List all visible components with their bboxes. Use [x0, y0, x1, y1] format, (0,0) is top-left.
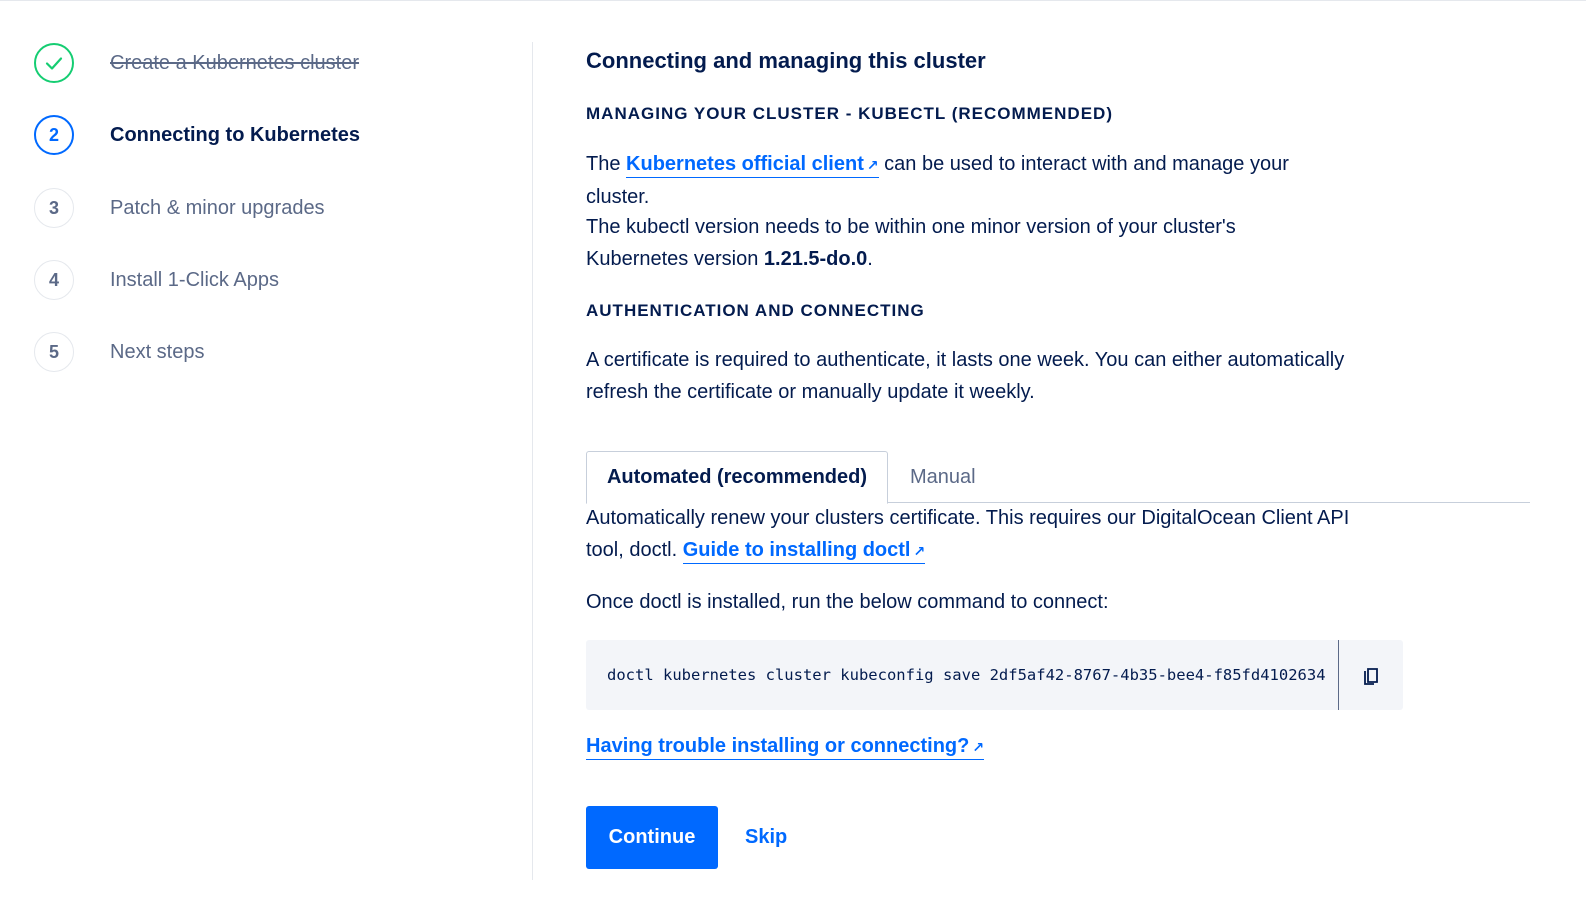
- text-segment: The kubectl version needs to be within o…: [586, 216, 1236, 270]
- connect-command[interactable]: doctl kubernetes cluster kubeconfig save…: [607, 640, 1326, 710]
- column-divider: [532, 42, 533, 880]
- checkmark-icon: [45, 57, 63, 70]
- step-label: Connecting to Kubernetes: [110, 123, 361, 146]
- link-text: Having trouble installing or connecting?: [586, 735, 970, 757]
- connection-tabs: Automated (recommended) Manual: [586, 451, 1530, 504]
- auth-heading: AUTHENTICATION AND CONNECTING: [586, 301, 925, 320]
- step-install-apps[interactable]: 4 Install 1-Click Apps: [34, 260, 279, 300]
- step-patch-upgrades[interactable]: 3 Patch & minor upgrades: [34, 188, 325, 228]
- trouble-line: Having trouble installing or connecting?…: [586, 731, 985, 764]
- top-border: [0, 0, 1586, 1]
- step-connecting[interactable]: 2 Connecting to Kubernetes: [34, 115, 360, 155]
- tab-manual[interactable]: Manual: [910, 451, 976, 504]
- step-create-cluster[interactable]: Create a Kubernetes cluster: [34, 43, 359, 83]
- kubernetes-client-link[interactable]: Kubernetes official client ↗: [626, 153, 879, 178]
- run-command-text: Once doctl is installed, run the below c…: [586, 591, 1109, 613]
- external-link-icon: ↗: [913, 542, 926, 559]
- step-label: Patch & minor upgrades: [110, 196, 325, 219]
- command-box: doctl kubernetes cluster kubeconfig save…: [586, 640, 1403, 710]
- text-segment: .: [867, 247, 873, 270]
- version-description: The kubectl version needs to be within o…: [586, 212, 1286, 275]
- cluster-version: 1.21.5-do.0: [763, 247, 868, 270]
- external-link-icon: ↗: [866, 157, 879, 173]
- step-number: 5: [34, 332, 74, 372]
- link-text: Kubernetes official client: [626, 153, 864, 175]
- step-number: 3: [34, 188, 74, 228]
- trouble-link[interactable]: Having trouble installing or connecting?…: [586, 735, 985, 760]
- copy-icon: [1364, 668, 1378, 685]
- step-next-steps[interactable]: 5 Next steps: [34, 332, 204, 372]
- continue-button[interactable]: Continue: [586, 806, 718, 869]
- auth-description: A certificate is required to authenticat…: [586, 349, 1345, 403]
- step-done-indicator: [34, 43, 74, 83]
- doctl-guide-link[interactable]: Guide to installing doctl ↗: [682, 538, 926, 564]
- managing-heading: MANAGING YOUR CLUSTER - KUBECTL (RECOMME…: [586, 104, 1113, 123]
- page-title: Connecting and managing this cluster: [586, 48, 986, 73]
- copy-button[interactable]: [1339, 640, 1403, 710]
- link-text: Guide to installing doctl: [682, 538, 911, 561]
- step-number: 2: [34, 115, 74, 155]
- step-number: 4: [34, 260, 74, 300]
- skip-button[interactable]: Skip: [745, 806, 787, 869]
- tab-automated[interactable]: Automated (recommended): [586, 451, 888, 504]
- step-label: Next steps: [110, 340, 205, 363]
- text-segment: The: [586, 153, 627, 175]
- step-label: Create a Kubernetes cluster: [110, 51, 360, 74]
- step-label: Install 1-Click Apps: [110, 268, 279, 291]
- automated-description: Automatically renew your clusters certif…: [586, 503, 1366, 567]
- external-link-icon: ↗: [972, 739, 985, 755]
- managing-description: The Kubernetes official client ↗ can be u…: [586, 149, 1321, 213]
